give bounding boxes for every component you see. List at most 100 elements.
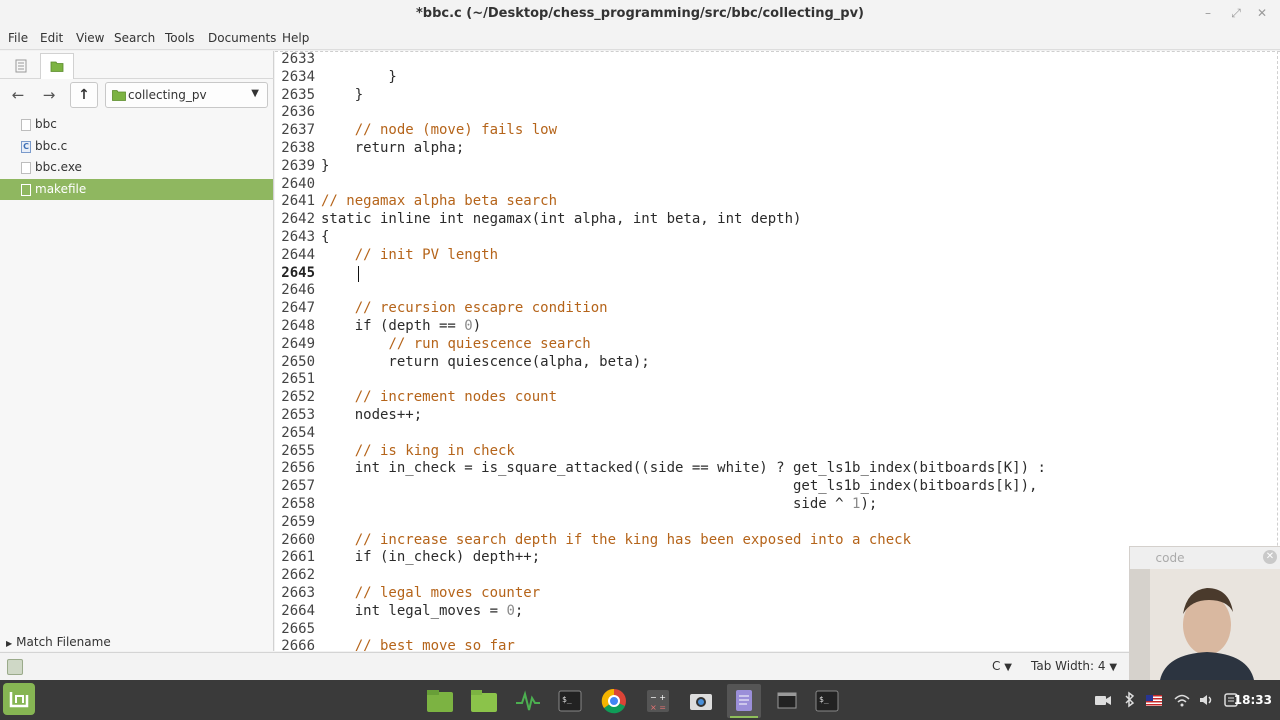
- code-line: side ^ 1);: [321, 496, 878, 512]
- blank-file-icon: [21, 119, 31, 131]
- clock[interactable]: 18:33: [1234, 693, 1272, 707]
- file-list-item[interactable]: Cbbc.c: [0, 136, 273, 157]
- menu-bar: File Edit View Search Tools Documents He…: [0, 28, 1280, 50]
- code-line: {: [321, 229, 330, 245]
- line-number: 2641: [281, 193, 315, 210]
- wifi-icon[interactable]: [1173, 691, 1191, 709]
- code-line: }: [321, 68, 397, 85]
- line-number: 2649: [281, 335, 315, 352]
- dropdown-arrow-icon: ▼: [1004, 662, 1012, 673]
- menu-help[interactable]: Help: [282, 31, 309, 45]
- menu-edit[interactable]: Edit: [40, 31, 63, 45]
- system-monitor-icon[interactable]: [511, 684, 545, 718]
- language-label: C: [992, 659, 1001, 673]
- line-number: 2638: [281, 140, 315, 156]
- code-line: return alpha;: [321, 140, 465, 156]
- folder-combo[interactable]: collecting_pv ▼: [105, 82, 268, 108]
- line-number: 2637: [281, 122, 315, 139]
- code-line: int legal_moves = 0;: [321, 602, 524, 619]
- text-editor-icon[interactable]: [727, 684, 761, 718]
- tab-width-label: Tab Width: 4: [1031, 659, 1106, 673]
- keyboard-layout-flag-icon[interactable]: [1145, 691, 1163, 709]
- language-selector[interactable]: C ▼: [992, 659, 1012, 673]
- taskbar: $_ − + × = $_ 18:33: [0, 680, 1280, 720]
- toggle-side-panel-icon[interactable]: [7, 659, 23, 675]
- calculator-icon[interactable]: − + × =: [641, 684, 675, 718]
- code-line: // legal moves counter: [354, 585, 541, 601]
- menu-tools[interactable]: Tools: [165, 31, 195, 45]
- tab-documents[interactable]: [3, 53, 37, 79]
- line-number: 2639: [281, 157, 315, 174]
- file-list-item[interactable]: bbc.exe: [0, 157, 273, 178]
- line-number: 2633: [281, 51, 315, 67]
- code-line: // node (move) fails low: [354, 122, 558, 139]
- terminal-icon[interactable]: $_: [553, 684, 587, 718]
- menu-search[interactable]: Search: [114, 31, 155, 45]
- webcam-video: [1130, 569, 1280, 680]
- dropdown-arrow-icon: ▼: [1109, 662, 1118, 673]
- line-number: 2664: [281, 602, 315, 619]
- file-name: makefile: [35, 181, 87, 196]
- text-caret: [358, 265, 359, 282]
- file-name: bbc.c: [35, 138, 68, 153]
- menu-view[interactable]: View: [76, 31, 104, 45]
- file-name: bbc: [35, 117, 57, 131]
- svg-text:− +: − +: [650, 693, 666, 702]
- tab-file-browser[interactable]: [40, 53, 74, 79]
- back-button[interactable]: ←: [6, 83, 30, 107]
- minimize-button[interactable]: –: [1194, 0, 1222, 28]
- svg-text:× =: × =: [650, 703, 666, 712]
- bluetooth-icon[interactable]: [1120, 691, 1138, 709]
- window-icon[interactable]: [770, 684, 804, 718]
- blank-file-icon: [21, 162, 31, 174]
- menu-documents[interactable]: Documents: [208, 31, 276, 45]
- svg-text:$_: $_: [562, 695, 572, 704]
- file-list-item[interactable]: makefile: [0, 178, 273, 200]
- volume-icon[interactable]: [1198, 691, 1216, 709]
- files-green-icon[interactable]: [423, 684, 457, 718]
- line-number: 2640: [281, 175, 315, 192]
- line-number: 2635: [281, 86, 315, 103]
- menu-file[interactable]: File: [8, 31, 28, 45]
- terminal-icon[interactable]: $_: [810, 684, 844, 718]
- line-number: 2663: [281, 585, 315, 601]
- line-number: 2656: [281, 460, 315, 477]
- start-menu-button[interactable]: [3, 683, 35, 715]
- code-line: get_ls1b_index(bitboards[k]),: [321, 478, 1038, 495]
- code-line: // best move so far: [354, 638, 515, 651]
- up-folder-button[interactable]: ↑: [70, 82, 98, 108]
- line-number: 2665: [281, 620, 315, 637]
- camera-tray-icon[interactable]: [1094, 691, 1112, 709]
- code-line: nodes++;: [321, 407, 423, 423]
- close-button[interactable]: ✕: [1248, 0, 1276, 28]
- side-panel: ← → ↑ collecting_pv ▼ bbc Cbbc.c bbc.exe ma…: [0, 51, 274, 651]
- match-filename-expander[interactable]: ▶ Match Filename: [6, 635, 111, 649]
- line-number: 2645: [281, 264, 315, 281]
- file-list-item[interactable]: bbc: [0, 114, 273, 135]
- webcam-close-button[interactable]: ✕: [1263, 550, 1277, 564]
- line-number: 2652: [281, 389, 315, 406]
- code-line: // negamax alpha beta search: [321, 193, 558, 210]
- file-browser-nav: ← → ↑ collecting_pv ▼: [0, 80, 274, 110]
- webcam-title: code: [1155, 551, 1185, 565]
- line-number: 2661: [281, 549, 315, 566]
- line-number: 2662: [281, 567, 315, 584]
- maximize-button[interactable]: ⤢: [1222, 0, 1250, 28]
- mint-logo-icon: [9, 692, 29, 708]
- chrome-icon[interactable]: [597, 684, 631, 718]
- active-window-indicator: [730, 716, 758, 718]
- line-number: 2659: [281, 513, 315, 530]
- code-line: if (depth == 0): [321, 318, 482, 334]
- window-titlebar: *bbc.c (~/Desktop/chess_programming/src/…: [0, 0, 1280, 28]
- line-number: 2636: [281, 104, 315, 121]
- tab-width-selector[interactable]: Tab Width: 4 ▼: [1031, 659, 1117, 673]
- screenshot-icon[interactable]: [684, 684, 718, 718]
- forward-button[interactable]: →: [37, 83, 61, 107]
- code-line: if (in_check) depth++;: [321, 549, 541, 566]
- svg-text:$_: $_: [819, 695, 829, 704]
- folder-icon[interactable]: [467, 684, 501, 718]
- status-bar: C ▼ Tab Width: 4 ▼: [0, 652, 1280, 680]
- folder-icon: [112, 90, 126, 101]
- webcam-titlebar: code ✕: [1130, 547, 1280, 569]
